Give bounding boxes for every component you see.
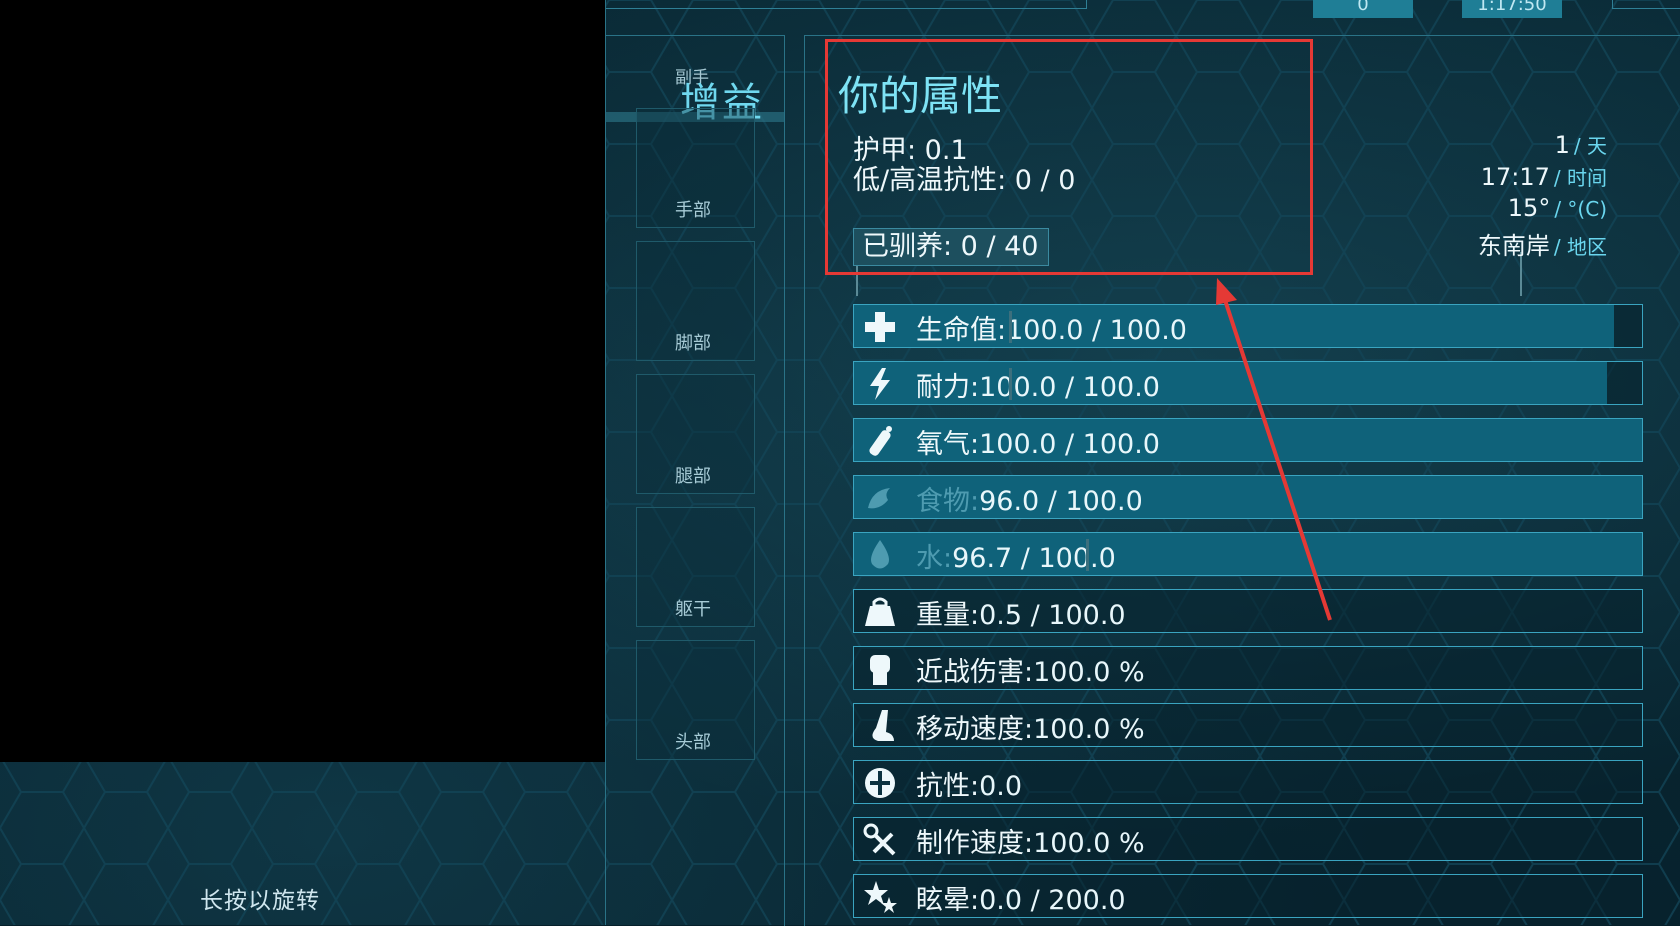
stat-name-crafting: 制作速度:	[916, 828, 1034, 859]
stat-label-oxygen: 氧气:100.0 / 100.0	[916, 422, 1160, 461]
weight-icon	[862, 594, 898, 630]
stat-marker-health	[1009, 311, 1012, 343]
oxygen-tank-icon	[862, 423, 898, 459]
stat-name-food: 食物:	[916, 486, 980, 517]
top-strip-left	[605, 0, 1087, 9]
stat-value-crafting: 100.0 %	[1033, 828, 1145, 859]
stat-name-oxygen: 氧气:	[916, 429, 980, 460]
stat-name-stamina: 耐力:	[916, 372, 980, 403]
env-time: 17:17/ 时间	[1480, 163, 1607, 191]
stat-marker-water	[1086, 539, 1089, 571]
stat-marker-stamina	[1009, 368, 1012, 400]
stat-label-melee: 近战伤害:100.0 %	[916, 650, 1145, 689]
top-strip-right	[1612, 0, 1680, 9]
plus-icon	[862, 309, 898, 345]
stun-stars-icon	[862, 879, 898, 915]
stat-row-speed[interactable]: 移动速度:100.0 %	[853, 703, 1643, 747]
stat-value-oxygen: 100.0 / 100.0	[979, 429, 1160, 460]
food-icon	[862, 480, 898, 516]
slot-label-feet: 脚部	[675, 333, 711, 354]
stat-name-speed: 移动速度:	[916, 714, 1034, 745]
tools-icon	[862, 822, 898, 858]
water-drop-icon	[862, 537, 898, 573]
stat-row-oxygen[interactable]: 氧气:100.0 / 100.0	[853, 418, 1643, 462]
env-temperature: 15° / °(C)	[1507, 194, 1607, 222]
top-chip-timer: 1:17:50	[1462, 0, 1562, 18]
stat-row-weight[interactable]: 重量:0.5 / 100.0	[853, 589, 1643, 633]
stat-label-health: 生命值:100.0 / 100.0	[916, 308, 1187, 347]
stat-name-fortitude: 抗性:	[916, 771, 980, 802]
slot-label-head: 头部	[675, 732, 711, 753]
stat-row-crafting[interactable]: 制作速度:100.0 %	[853, 817, 1643, 861]
stat-label-speed: 移动速度:100.0 %	[916, 707, 1145, 746]
stat-row-fortitude[interactable]: 抗性:0.0	[853, 760, 1643, 804]
stat-label-crafting: 制作速度:100.0 %	[916, 821, 1145, 860]
slot-label-legs: 腿部	[675, 466, 711, 487]
stat-name-water: 水:	[916, 543, 953, 574]
character-preview-viewport[interactable]	[0, 0, 605, 762]
lightning-icon	[862, 366, 898, 402]
annotation-highlight-box	[825, 39, 1313, 275]
stat-value-torpidity: 0.0 / 200.0	[979, 885, 1126, 916]
stat-row-stamina[interactable]: 耐力:100.0 / 100.0	[853, 361, 1643, 405]
stat-value-stamina: 100.0 / 100.0	[979, 372, 1160, 403]
top-chip-counter: 0	[1313, 0, 1413, 18]
stat-value-health: 100.0 / 100.0	[1006, 315, 1187, 346]
stat-name-weight: 重量:	[916, 600, 980, 631]
stat-value-food: 96.0 / 100.0	[979, 486, 1143, 517]
stat-value-melee: 100.0 %	[1033, 657, 1145, 688]
stat-row-health[interactable]: 生命值:100.0 / 100.0	[853, 304, 1643, 348]
stat-row-water[interactable]: 水:96.7 / 100.0	[853, 532, 1643, 576]
stat-row-melee[interactable]: 近战伤害:100.0 %	[853, 646, 1643, 690]
fist-icon	[862, 651, 898, 687]
stat-value-water: 96.7 / 100.0	[952, 543, 1116, 574]
env-region: 东南岸 / 地区	[1477, 232, 1607, 260]
stat-name-melee: 近战伤害:	[916, 657, 1034, 688]
stat-label-stamina: 耐力:100.0 / 100.0	[916, 365, 1160, 404]
stat-name-health: 生命值:	[916, 315, 1007, 346]
rotate-hint: 长按以旋转	[200, 888, 320, 914]
slot-label-hands: 手部	[675, 200, 711, 221]
helmet-icon	[862, 765, 898, 801]
stat-row-food[interactable]: 食物:96.0 / 100.0	[853, 475, 1643, 519]
slot-label-torso: 躯干	[675, 599, 711, 620]
stat-value-weight: 0.5 / 100.0	[979, 600, 1126, 631]
foot-icon	[862, 708, 898, 744]
stat-label-weight: 重量:0.5 / 100.0	[916, 593, 1126, 632]
stat-value-fortitude: 0.0	[979, 771, 1023, 802]
stat-label-food: 食物:96.0 / 100.0	[916, 479, 1143, 518]
stat-label-fortitude: 抗性:0.0	[916, 764, 1022, 803]
stat-name-torpidity: 眩晕:	[916, 885, 980, 916]
env-day: 1/ 天	[1554, 131, 1607, 159]
stat-row-torpidity[interactable]: 眩晕:0.0 / 200.0	[853, 874, 1643, 918]
stat-value-speed: 100.0 %	[1033, 714, 1145, 745]
stat-label-torpidity: 眩晕:0.0 / 200.0	[916, 878, 1126, 917]
